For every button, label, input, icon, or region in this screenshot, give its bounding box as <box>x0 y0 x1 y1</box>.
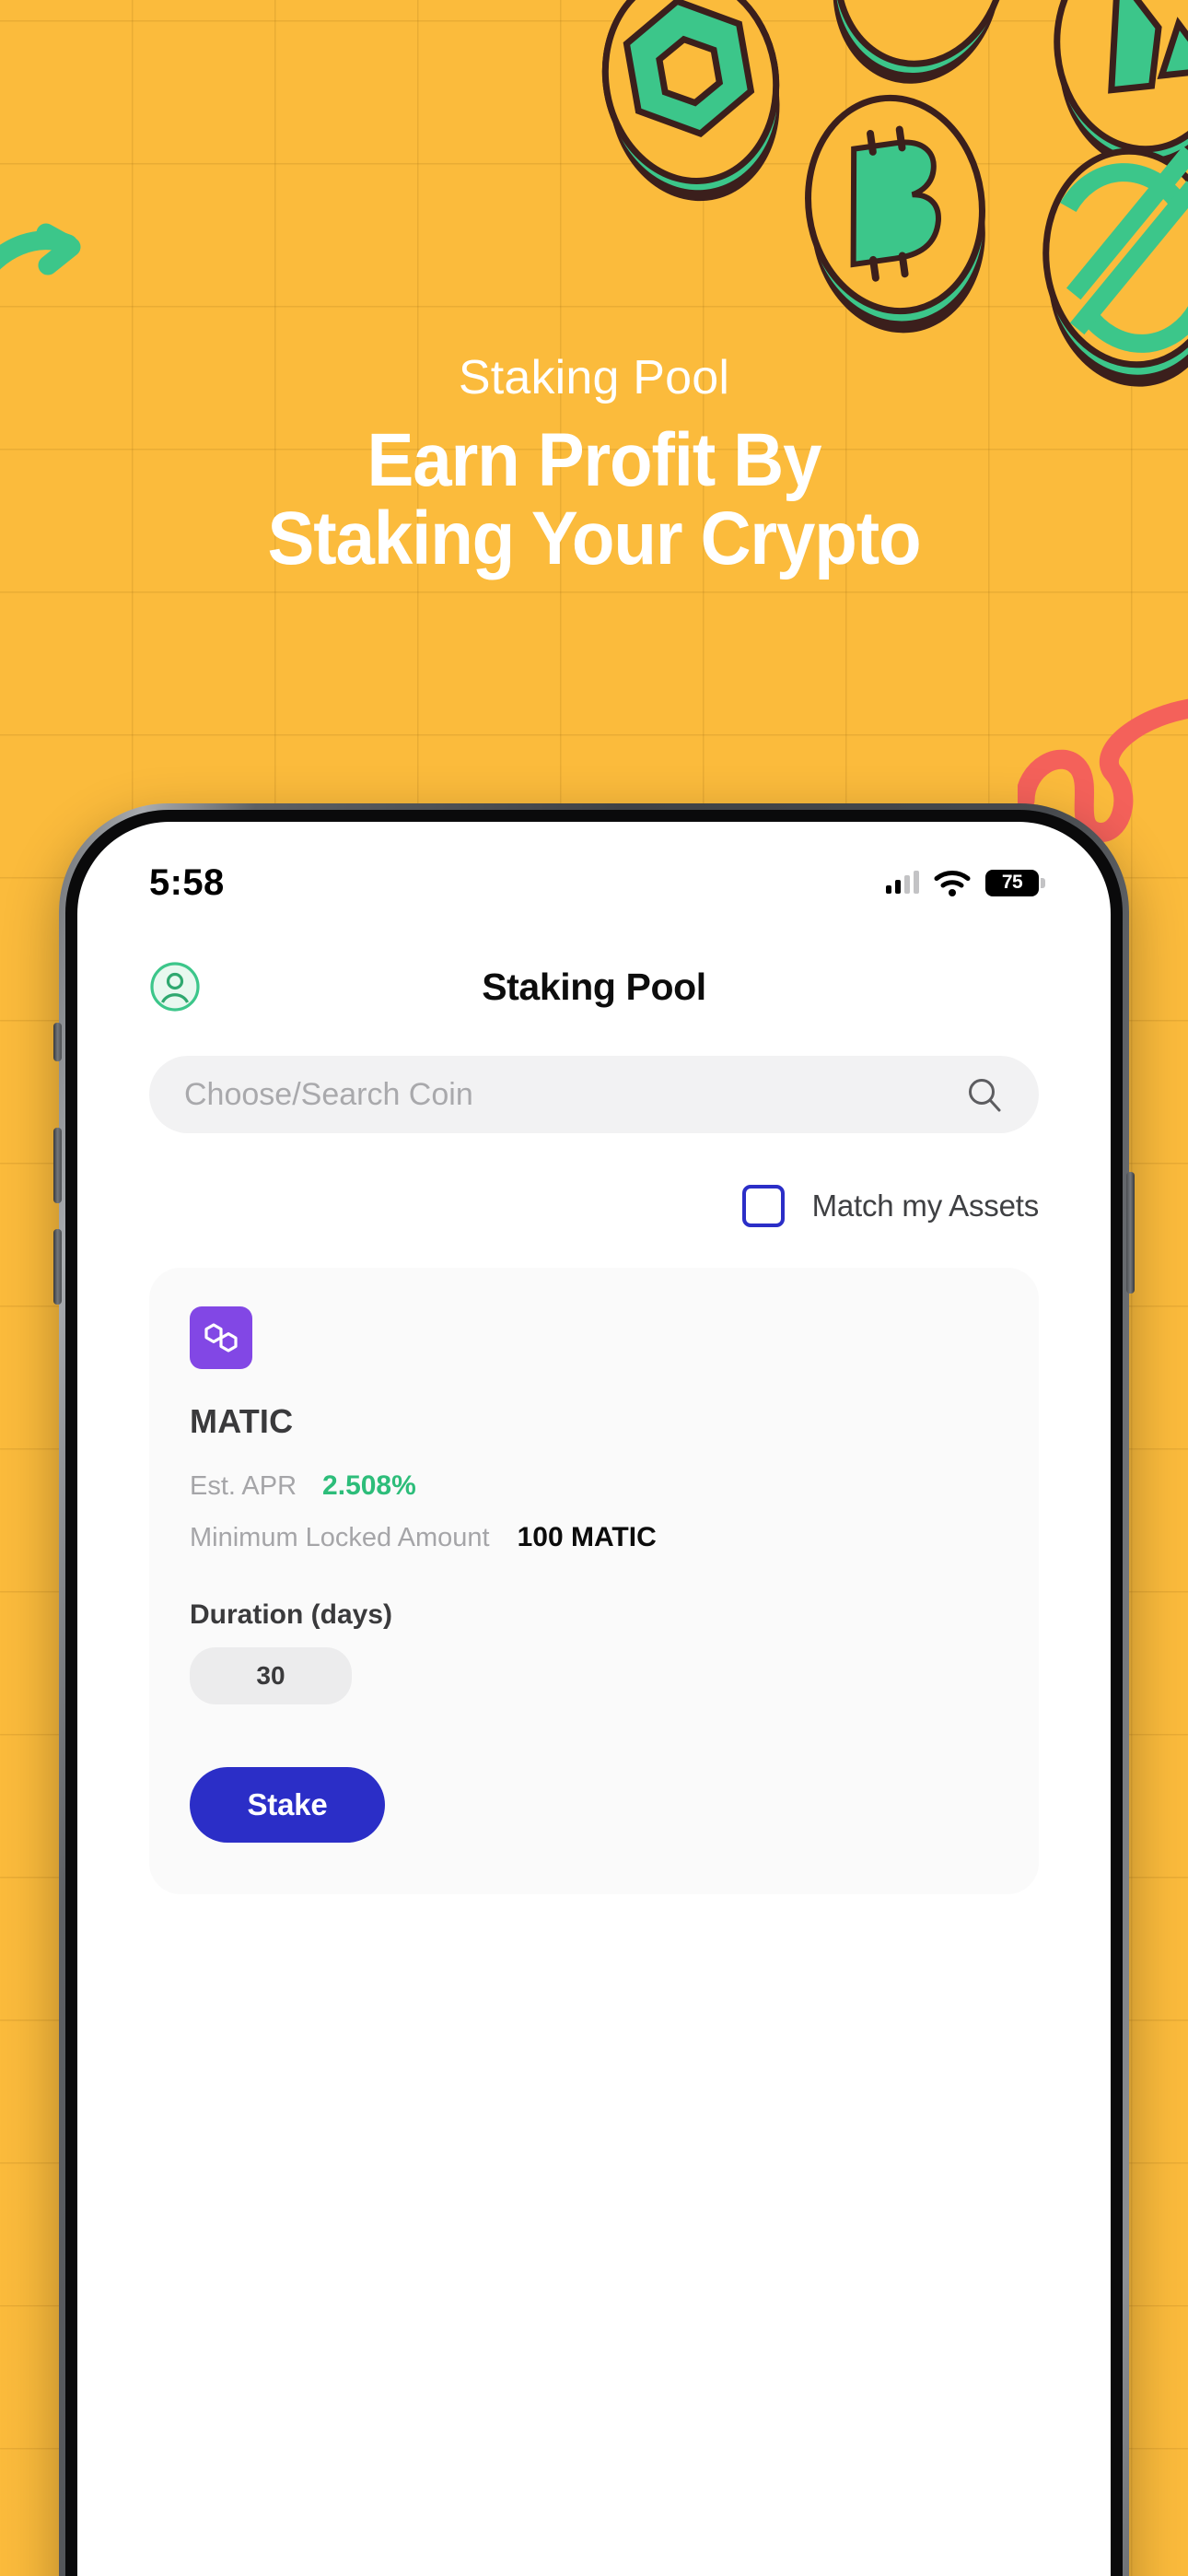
apr-value: 2.508% <box>322 1470 416 1501</box>
chainlink-coin <box>601 0 780 202</box>
battery-icon: 75 <box>985 869 1045 896</box>
match-assets-checkbox[interactable] <box>741 1185 785 1227</box>
phone-power-button[interactable] <box>1126 1172 1135 1294</box>
curved-arrow-icon <box>0 217 112 299</box>
phone-bezel: 5:58 75 Staking Pool Choose/Search Coin … <box>65 810 1123 2576</box>
coin-symbol: MATIC <box>190 1402 294 1440</box>
search-input[interactable] <box>184 1076 965 1113</box>
cellular-signal-icon <box>886 871 919 894</box>
promo-headline-line1: Earn Profit By <box>367 418 822 503</box>
promo-headline-line2: Staking Your Crypto <box>267 496 921 580</box>
search-icon[interactable] <box>965 1075 1004 1114</box>
wifi-icon <box>934 870 971 896</box>
binance-coin <box>833 0 1008 84</box>
phone-silent-switch[interactable] <box>53 1023 62 1061</box>
promo-copy: Staking Pool Earn Profit By Staking Your… <box>0 352 1188 578</box>
phone-volume-down-button[interactable] <box>53 1229 62 1305</box>
minimum-locked-label: Minimum Locked Amount <box>190 1523 490 1552</box>
polygon-logo-icon <box>190 1306 252 1369</box>
apr-label: Est. APR <box>190 1471 297 1501</box>
bitcoin-coin <box>805 94 985 334</box>
duration-chip[interactable]: 30 <box>190 1647 352 1704</box>
battery-level: 75 <box>1001 872 1023 893</box>
page-title: Staking Pool <box>482 965 706 1008</box>
user-avatar-icon[interactable] <box>149 961 201 1013</box>
apr-row: Est. APR 2.508% <box>190 1470 998 1502</box>
staking-pool-card[interactable]: MATIC Est. APR 2.508% Minimum Locked Amo… <box>149 1268 1039 1894</box>
phone-volume-up-button[interactable] <box>53 1128 62 1203</box>
search-bar[interactable] <box>149 1056 1039 1133</box>
match-assets-row[interactable]: Match my Assets <box>149 1185 1039 1227</box>
phone-mockup: 5:58 75 Staking Pool Choose/Search Coin … <box>53 803 1135 2576</box>
status-clock: 5:58 <box>149 861 225 903</box>
minimum-locked-value: 100 MATIC <box>517 1522 657 1552</box>
promo-headline: Earn Profit By Staking Your Crypto <box>41 418 1147 580</box>
minimum-locked-row: Minimum Locked Amount 100 MATIC <box>190 1522 998 1553</box>
app-header: Staking Pool <box>77 943 1111 1030</box>
match-assets-label: Match my Assets <box>811 1188 1040 1223</box>
status-indicators: 75 <box>886 869 1045 896</box>
status-bar: 5:58 75 <box>77 822 1111 943</box>
duration-label: Duration (days) <box>190 1599 393 1630</box>
promo-eyebrow: Staking Pool <box>458 351 730 404</box>
phone-screen: 5:58 75 Staking Pool Choose/Search Coin … <box>77 822 1111 2576</box>
stake-button[interactable]: Stake <box>190 1767 385 1843</box>
